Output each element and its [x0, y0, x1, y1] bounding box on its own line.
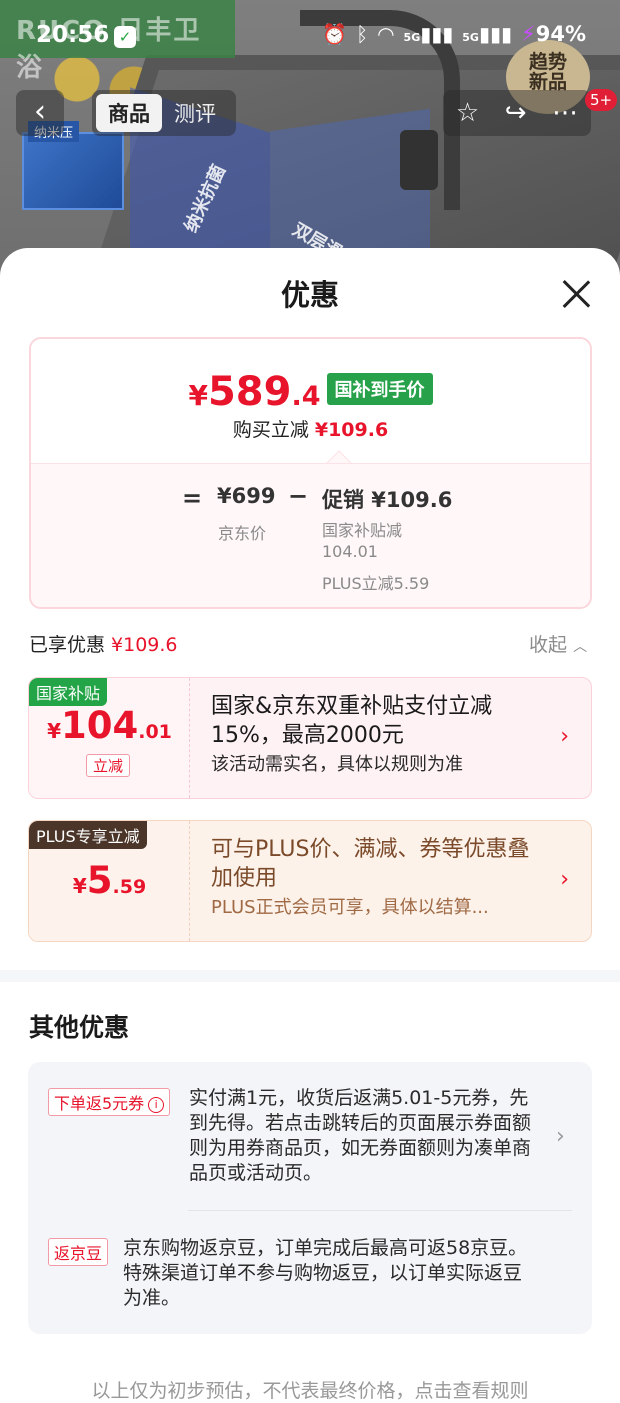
chevron-left-icon: ‹ [34, 94, 46, 129]
footer-note[interactable]: 以上仅为初步预估，不代表最终价格，点击查看规则 [0, 1376, 620, 1403]
charging-icon: ⚡ [520, 22, 536, 46]
offer-tag: 下单返5元券 i [48, 1088, 171, 1116]
alarm-icon: ⏰ [322, 22, 348, 46]
tab-review[interactable]: 测评 [162, 94, 228, 132]
status-bar: 20:56 ✓ ⏰ ᛒ ◠ 5G▮▮▮ 5G▮▮▮ ⚡94% [0, 18, 620, 58]
bluetooth-icon: ᛒ [356, 22, 369, 46]
subsidy-price-tag: 国补到手价 [326, 373, 433, 405]
price-summary-card: ¥589.4 国补到手价 购买立减 ¥109.6 = ¥699 京东价 − 促销 ¥… [29, 337, 592, 609]
deal-amount: ¥5.59 [72, 859, 147, 902]
close-button[interactable] [556, 274, 596, 314]
tab-product[interactable]: 商品 [96, 94, 162, 132]
offer-text: 实付满1元，收货后返满5.01-5元券，先到先得。若点击跳转后的页面展示券面额则… [189, 1087, 532, 1184]
promo-detail-plus: PLUS立减5.59 [322, 574, 430, 593]
promo-total: 促销 ¥109.6 [322, 488, 453, 512]
chevron-right-icon: › [560, 867, 569, 892]
collapse-button[interactable]: 收起 ︿ [529, 630, 587, 657]
chevron-up-icon: ︿ [573, 639, 588, 655]
enjoyed-discount: 已享优惠 ¥109.6 [29, 634, 178, 656]
star-icon[interactable]: ☆ [456, 98, 479, 128]
deal-note: 该活动需实名，具体以规则为准 [211, 754, 463, 775]
deal-national-subsidy[interactable]: 国家补贴 ¥104.01 立减 国家&京东双重补贴支付立减15%，最高2000元… [28, 677, 592, 799]
wifi-icon: ◠ [377, 22, 395, 46]
divider [188, 1210, 572, 1211]
deal-tag: PLUS专享立减 [29, 821, 147, 849]
cart-count-badge: 5+ [585, 89, 618, 111]
other-offers-title: 其他优惠 [29, 1013, 130, 1042]
offer-text: 京东购物返京豆，订单完成后最高可返58京豆。特殊渠道订单不参与购物返豆，以订单实… [123, 1237, 528, 1309]
deal-title: 可与PLUS价、满减、券等优惠叠加使用 [211, 837, 530, 891]
reduce-tag: 立减 [86, 754, 131, 777]
chevron-right-icon: › [560, 724, 569, 749]
jd-price-label: 京东价 [218, 524, 267, 543]
buy-reduce-line: 购买立减 ¥109.6 [232, 419, 389, 441]
info-icon[interactable]: i [148, 1096, 165, 1113]
chevron-right-icon: › [556, 1124, 565, 1149]
nav-actions: ☆ ↪ ⋯ [443, 90, 591, 136]
deal-amount: ¥104.01 [47, 704, 172, 747]
jd-price: ¥699 [217, 484, 276, 508]
promo-detail-subsidy: 国家补贴减 104.01 [322, 521, 403, 561]
share-icon[interactable]: ↪ [505, 98, 527, 128]
status-time: 20:56 [36, 22, 110, 48]
sheet-title: 优惠 [280, 278, 339, 312]
more-icon[interactable]: ⋯ [552, 98, 578, 128]
offer-tag: 返京豆 [48, 1238, 109, 1266]
signal-icon: 5G▮▮▮ [462, 22, 512, 46]
back-button[interactable]: ‹ [16, 90, 64, 136]
nav-tabs: 商品 测评 [92, 90, 236, 136]
feature-tile-image [22, 132, 124, 210]
battery-level: ⚡94% [520, 22, 586, 46]
minus-sign: − [288, 482, 309, 510]
other-offers-card: 下单返5元券 i 实付满1元，收货后返满5.01-5元券，先到先得。若点击跳转后的… [28, 1062, 592, 1334]
deal-tag: 国家补贴 [29, 678, 108, 706]
signal-icon: 5G▮▮▮ [403, 22, 454, 46]
deal-note: PLUS正式会员可享，具体以结算... [211, 897, 489, 918]
equals-sign: = [182, 484, 203, 512]
shield-icon: ✓ [114, 26, 136, 48]
final-price: ¥589.4 [188, 369, 321, 415]
price-breakdown: = ¥699 京东价 − 促销 ¥109.6 国家补贴减 104.01 PLUS… [31, 463, 590, 607]
discount-sheet: 优惠 ¥589.4 国补到手价 购买立减 ¥109.6 = ¥699 京东价 − 促… [0, 248, 620, 1402]
deal-plus-reduce[interactable]: PLUS专享立减 ¥5.59 可与PLUS价、满减、券等优惠叠加使用 PLUS正… [28, 820, 592, 942]
section-divider [0, 970, 620, 982]
deal-title: 国家&京东双重补贴支付立减15%，最高2000元 [211, 694, 493, 748]
